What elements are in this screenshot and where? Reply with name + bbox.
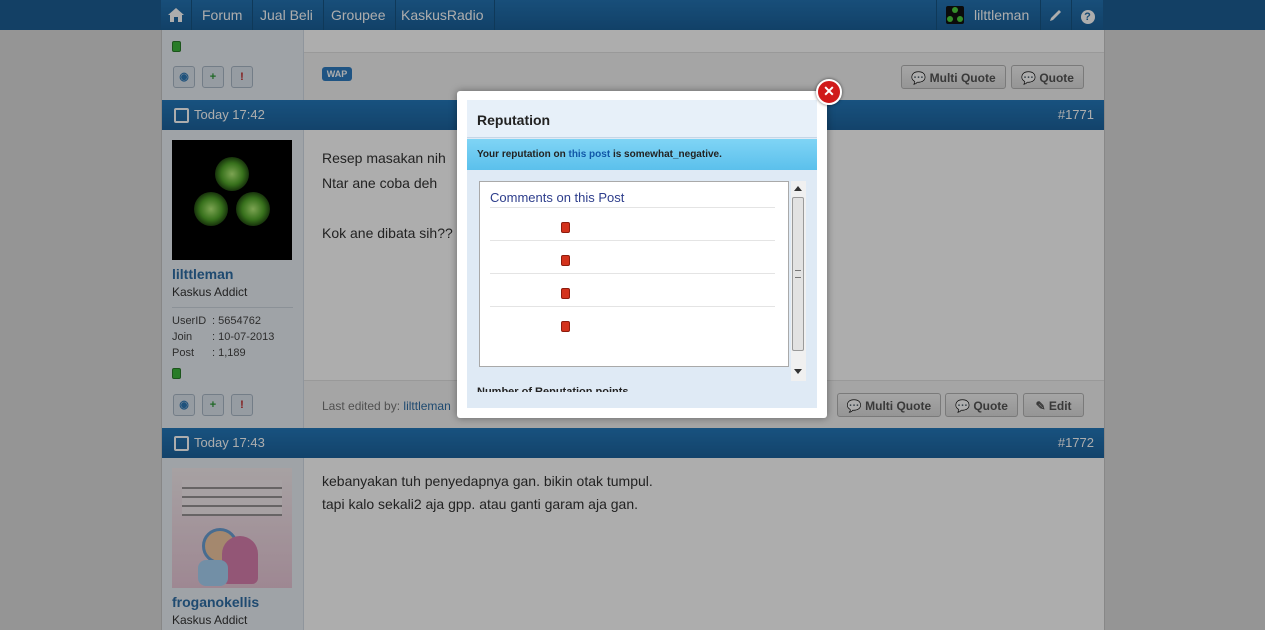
scroll-down-icon[interactable]: [794, 369, 802, 374]
negative-rep-icon: [561, 321, 570, 332]
reputation-panel: Reputation Your reputation on this post …: [467, 100, 817, 408]
negative-rep-icon: [561, 288, 570, 299]
comments-title: Comments on this Post: [490, 190, 625, 205]
modal-title: Reputation: [467, 100, 817, 138]
this-post-link[interactable]: this post: [568, 149, 610, 160]
comments-list: Comments on this Post: [479, 181, 789, 367]
comment-row: [490, 273, 775, 307]
negative-rep-icon: [561, 222, 570, 233]
scroll-thumb[interactable]: [792, 197, 804, 351]
reputation-modal: Reputation Your reputation on this post …: [457, 91, 827, 418]
comment-row: [490, 306, 775, 340]
negative-rep-icon: [561, 255, 570, 266]
scroll-up-icon[interactable]: [794, 186, 802, 191]
reputation-status: Your reputation on this post is somewhat…: [467, 139, 817, 170]
rep-points-text: Number of Reputation points: [477, 386, 629, 392]
modal-scrollbar[interactable]: [791, 181, 806, 381]
comment-row: [490, 240, 775, 274]
close-icon[interactable]: ✕: [816, 79, 842, 105]
comment-row: [490, 207, 775, 241]
